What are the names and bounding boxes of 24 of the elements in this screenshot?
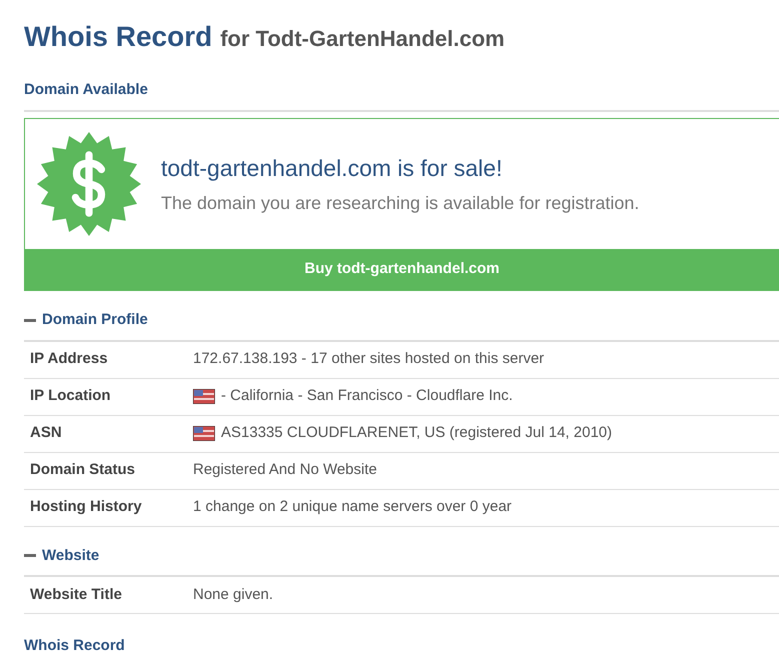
buy-button[interactable]: Buy todt-gartenhandel.com xyxy=(25,249,779,290)
sale-headline: todt-gartenhandel.com is for sale! xyxy=(161,154,504,184)
row-value: AS13335 CLOUDFLARENET, US (registered Jul 14, 2010) xyxy=(193,422,612,445)
section-heading: Domain Profile xyxy=(42,310,148,330)
flag-icon xyxy=(193,426,215,441)
page-title: Whois Record xyxy=(24,20,212,54)
flag-icon xyxy=(193,389,215,404)
sale-message: The domain you are researching is available for registration. xyxy=(161,192,640,215)
row-label: Website Title xyxy=(29,584,123,605)
section-heading: Website xyxy=(42,546,100,566)
section-heading: Domain Available xyxy=(24,81,148,98)
row-label: ASN xyxy=(29,423,63,444)
row-label: IP Address xyxy=(29,349,109,370)
dollar-badge-icon xyxy=(37,132,141,236)
row-value: 1 change on 2 unique name servers over 0 year xyxy=(193,497,512,518)
section-heading: Whois Record xyxy=(24,637,125,654)
row-label: Domain Status xyxy=(29,460,136,480)
row-value: None given. xyxy=(193,584,274,605)
row-value: 172.67.138.193 - 17 other sites hosted on this server xyxy=(193,349,544,370)
row-label: Hosting History xyxy=(29,497,143,518)
row-label: IP Location xyxy=(29,386,112,406)
row-value: - California - San Francisco - Cloudflare Inc. xyxy=(193,385,513,408)
page-subtitle: for Todt-GartenHandel.com xyxy=(220,25,505,53)
row-value: Registered And No Website xyxy=(193,460,377,480)
